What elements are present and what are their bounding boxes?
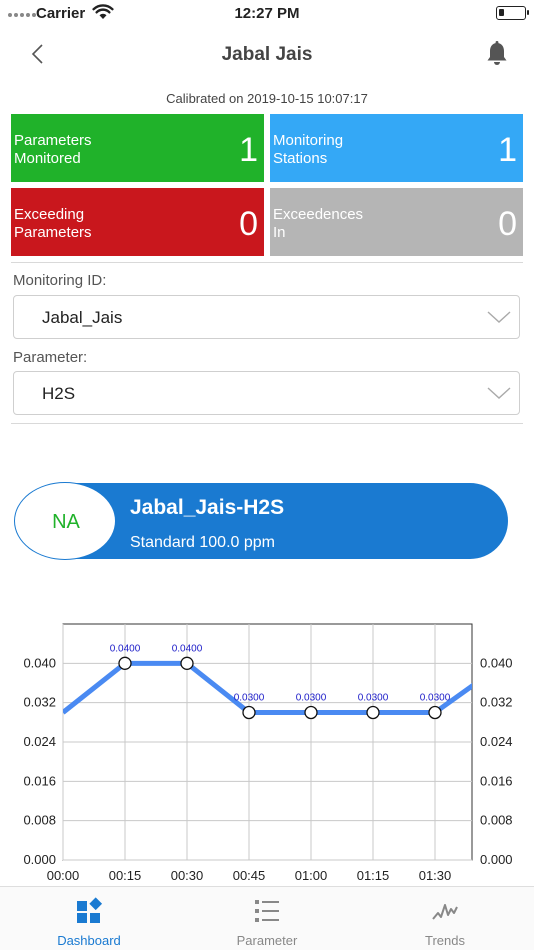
- tile-label: Exceedences In: [273, 206, 364, 241]
- station-standard: Standard 100.0 ppm: [130, 534, 275, 551]
- tile-count: 1: [498, 131, 517, 169]
- data-label: 0.0300: [420, 693, 451, 704]
- monitoring-id-label: Monitoring ID:: [13, 272, 107, 289]
- y-tick-label: 0.000: [23, 852, 56, 867]
- chevron-down-icon: [487, 311, 511, 323]
- data-point: [118, 656, 132, 670]
- tile-count: 1: [239, 131, 258, 169]
- monitoring-stations-tile[interactable]: Monitoring Stations 1: [270, 114, 523, 182]
- data-point: [304, 705, 318, 720]
- y-tick-label: 0.032: [480, 695, 513, 710]
- x-tick-label: 00:30: [171, 868, 204, 883]
- y-tick-label: 0.000: [480, 852, 513, 867]
- y-tick-label: 0.008: [23, 813, 56, 828]
- y-tick-label: 0.040: [480, 655, 513, 670]
- data-label: 0.0300: [358, 693, 389, 704]
- station-status-circle: NA: [14, 482, 116, 560]
- x-tick-label: 00:00: [47, 868, 80, 883]
- tile-count: 0: [239, 205, 258, 243]
- battery-icon: [496, 6, 529, 20]
- tile-label: Parameters Monitored: [14, 132, 92, 167]
- page-title: Jabal Jais: [221, 44, 313, 65]
- parameter-select[interactable]: H2S: [13, 371, 520, 415]
- list-icon: [255, 900, 279, 922]
- parameter-label: Parameter:: [13, 349, 88, 366]
- tab-label: Trends: [425, 933, 465, 948]
- status-bar: Carrier 12:27 PM: [0, 0, 534, 28]
- y-tick-label: 0.016: [23, 773, 56, 788]
- x-tick-label: 01:30: [419, 868, 452, 883]
- y-tick-label: 0.024: [23, 734, 56, 749]
- station-banner[interactable]: NA Jabal_Jais-H2S Standard 100.0 ppm: [14, 482, 508, 560]
- station-status: NA: [52, 511, 80, 533]
- x-tick-label: 01:00: [295, 868, 328, 883]
- chevron-down-icon: [487, 387, 511, 399]
- nav-bar: Jabal Jais: [0, 28, 534, 82]
- data-label: 0.0400: [110, 643, 141, 654]
- y-tick-label: 0.008: [480, 813, 513, 828]
- exceeding-parameters-tile[interactable]: Exceeding Parameters 0: [11, 188, 264, 256]
- y-tick-label: 0.024: [480, 734, 513, 749]
- clock: 12:27 PM: [234, 5, 300, 22]
- x-tick-label: 00:45: [233, 868, 266, 883]
- bell-icon[interactable]: [484, 40, 510, 68]
- tile-label: Exceeding Parameters: [14, 206, 92, 241]
- data-label: 0.0300: [296, 693, 327, 704]
- tab-trends[interactable]: Trends: [356, 887, 534, 950]
- tab-parameter[interactable]: Parameter: [178, 887, 356, 950]
- trends-icon: [432, 904, 458, 920]
- data-label: 0.0300: [234, 693, 265, 704]
- parameters-monitored-tile[interactable]: Parameters Monitored 1: [11, 114, 264, 182]
- data-label: 0.0400: [172, 643, 203, 654]
- tab-dashboard[interactable]: Dashboard: [0, 887, 178, 950]
- station-name: Jabal_Jais-H2S: [130, 496, 285, 519]
- tile-count: 0: [498, 205, 517, 243]
- divider: [11, 423, 523, 424]
- data-point: [242, 705, 256, 720]
- tab-label: Dashboard: [57, 933, 121, 948]
- x-tick-label: 00:15: [109, 868, 142, 883]
- h2s-line-chart: 0.000 0.008 0.016 0.024 0.032 0.040 0.000 0.00…: [23, 623, 513, 883]
- data-point: [366, 705, 380, 720]
- tab-bar: Dashboard Parameter Trends: [0, 886, 534, 950]
- y-tick-label: 0.040: [23, 655, 56, 670]
- x-tick-label: 01:15: [357, 868, 390, 883]
- monitoring-id-value: Jabal_Jais: [42, 308, 123, 327]
- y-tick-label: 0.032: [23, 695, 56, 710]
- back-icon[interactable]: [24, 40, 54, 70]
- calibration-timestamp: Calibrated on 2019-10-15 10:07:17: [166, 91, 368, 106]
- exceedences-in-tile[interactable]: Exceedences In 0: [270, 188, 523, 256]
- data-point: [180, 656, 194, 670]
- monitoring-id-select[interactable]: Jabal_Jais: [13, 295, 520, 339]
- divider: [11, 262, 523, 263]
- y-tick-label: 0.016: [480, 773, 513, 788]
- dashboard-icon: [77, 897, 103, 923]
- data-point: [428, 705, 442, 720]
- parameter-value: H2S: [42, 384, 76, 403]
- tile-label: Monitoring Stations: [273, 132, 344, 167]
- tab-label: Parameter: [236, 933, 298, 948]
